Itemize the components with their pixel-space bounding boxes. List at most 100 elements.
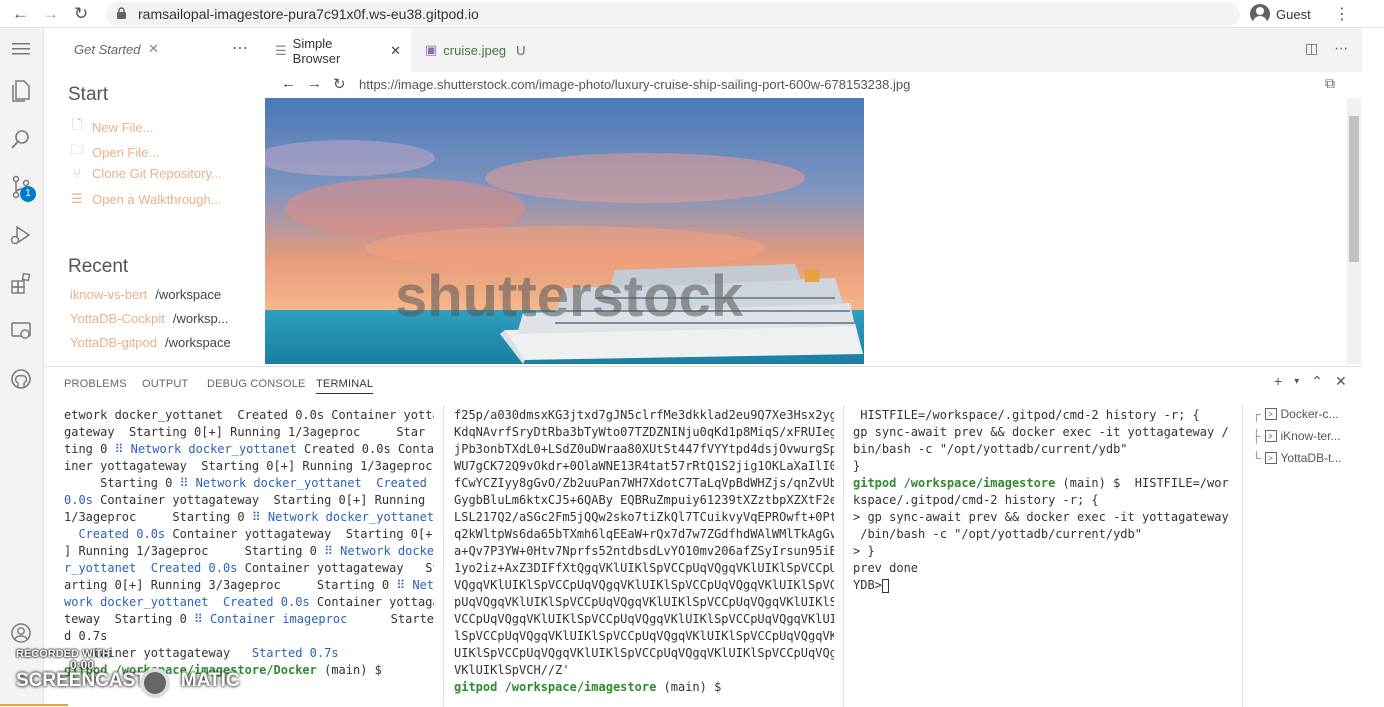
terminal-text: VCCpUqVQgqVKlUIKlSpVCCpUqVQgqVKlUIKlSpVC… [454,612,834,626]
back-arrow-icon[interactable]: ← [12,4,29,24]
tab-simple-browser[interactable]: ☰ Simple Browser ✕ [265,28,411,72]
back-arrow-icon[interactable]: ← [281,75,296,92]
simple-browser-viewport: shutterstock [265,98,1362,364]
new-terminal-icon[interactable]: + [1274,373,1282,390]
tab-get-started[interactable]: Get Started [74,42,140,57]
split-editor-icon[interactable]: ◫ [1305,40,1318,57]
terminal-text: VKlUIKlSpVCH//Z' [454,663,570,677]
tab-debug-console[interactable]: DEBUG CONSOLE [207,378,306,390]
terminal-line: q2kWltpWs6da65bTXmh6lqEEaW+rQx7d7w7ZGdfh… [454,526,834,543]
terminal-text: ⠿ Container imageproc [194,612,348,626]
terminal-text: pUqVQgqVKlUIKlSpVCCpUqVQgqVKlUIKlSpVCCpU… [454,595,834,609]
new-file-icon: 🗋 [71,117,83,132]
new-file-link[interactable]: 🗋 New File... [70,116,154,138]
terminal-line: KdqNAvrfSryDtRba3bTyWto07TZDZNINju0qKd1p… [454,424,834,441]
terminal-text: etwork docker_yottanet Created 0.0s Cont… [64,408,434,422]
tab-terminal[interactable]: TERMINAL [316,378,374,394]
terminal-text: KdqNAvrfSryDtRba3bTyWto07TZDZNINju0qKd1p… [454,425,834,439]
forward-arrow-icon[interactable]: → [307,75,322,92]
scrollbar-thumb[interactable] [1349,116,1359,262]
brand-suffix: MATIC [180,670,240,691]
terminal-line: etwork docker_yottanet Created 0.0s Cont… [64,407,434,424]
terminal-line: UIKlSpVCCpUqVQgqVKlUIKlSpVCCpUqVQgqVKlUI… [454,645,834,662]
terminal-line: 1/3ageproc Starting 0 ⠿ Network docker_y… [64,509,434,526]
terminal-text: Container yottagateway Starting 0[+] Run… [92,493,426,507]
more-actions-icon[interactable]: ⋯ [1334,40,1348,57]
menu-icon[interactable] [8,36,34,62]
address-bar[interactable]: ramsailopal-imagestore-pura7c91x0f.ws-eu… [106,2,1240,26]
terminal-text: Container yottaga [309,595,434,609]
terminal-text: ⠿ Net [396,578,434,592]
reload-icon[interactable]: ↻ [333,75,346,93]
chevron-down-icon[interactable]: ▾ [1294,373,1299,390]
tab-cruise-jpeg[interactable]: ▣ cruise.jpeg U [415,28,535,72]
explorer-icon[interactable] [8,78,34,104]
terminal-text: 1yo2iz+AxZ3DIFfXtQgqVKlUIKlSpVCCpUqVQgqV… [454,561,834,575]
run-debug-icon[interactable] [8,222,34,248]
maximize-panel-icon[interactable]: ⌃ [1311,373,1323,390]
terminal-divider[interactable] [443,405,444,707]
search-icon[interactable] [8,126,34,152]
recent-item-path: /workspace [155,287,222,302]
walkthrough-link[interactable]: ☰ Open a Walkthrough... [70,191,221,207]
terminal-text: 0.0s [64,493,93,507]
recent-item[interactable]: YottaDB-Cockpit /worksp... [70,311,229,326]
more-actions-icon[interactable]: ⋯ [232,38,248,58]
list-icon: ☰ [71,191,83,206]
terminal-text: (main) $ [656,680,722,694]
terminal-line: /bin/bash -c "/opt/yottadb/current/ydb" [853,526,1233,543]
clone-repo-link[interactable]: ⑂ Clone Git Repository... [70,166,222,181]
github-icon[interactable] [8,366,34,392]
terminal-pane-2[interactable]: f25p/a030dmsxKG3jtxd7gJN5clrfMe3dkklad2e… [454,407,834,707]
terminal-list-item[interactable]: ┌ > Docker-c... [1252,403,1362,425]
terminal-text: > } [853,544,875,558]
terminal-text: q2kWltpWs6da65bTXmh6lqEEaW+rQx7d7w7ZGdfh… [454,527,834,541]
recent-item[interactable]: YottaDB-gitpod /workspace [70,335,231,350]
brand-text: SCREENCAST [16,670,147,691]
terminal-text: LSL217Q2/aSGc2Fm5jQQw2sko7tiZkQl7TCuikvy… [454,510,834,524]
close-icon[interactable]: ✕ [1335,373,1347,390]
terminal-name: Docker-c... [1280,407,1339,421]
open-file-label: Open File... [92,144,160,160]
remote-explorer-icon[interactable] [8,318,34,344]
recent-item-name: YottaDB-gitpod [70,335,157,350]
clone-repo-label: Clone Git Repository... [92,166,222,181]
terminal-line: LSL217Q2/aSGc2Fm5jQQw2sko7tiZkQl7TCuikvy… [454,509,834,526]
terminal-line: teway Starting 0 ⠿ Container imageproc S… [64,611,434,628]
terminal-text: (main) $ [316,663,382,677]
terminal-divider[interactable] [843,405,844,707]
vertical-scrollbar[interactable] [1347,98,1361,364]
browser-menu-icon[interactable]: ⋮ [1334,4,1350,24]
open-in-browser-icon[interactable]: ⧉ [1325,75,1335,92]
terminal-text: Started 0.7s [251,646,339,660]
terminal-divider[interactable] [1242,405,1243,707]
terminal-text: ting 0 [64,442,115,456]
terminal-text: UIKlSpVCCpUqVQgqVKlUIKlSpVCCpUqVQgqVKlUI… [454,646,834,660]
simple-browser-url[interactable]: https://image.shutterstock.com/image-pho… [359,77,910,92]
terminal-text: ⠿ Network docker_yottanet Created [179,476,427,490]
extensions-icon[interactable] [8,270,34,296]
terminal-pane-3[interactable]: HISTFILE=/workspace/.gitpod/cmd-2 histor… [853,407,1233,707]
reload-icon[interactable]: ↻ [74,4,88,24]
terminal-text: ⠿ Network docke [324,544,434,558]
tab-problems[interactable]: PROBLEMS [64,378,127,390]
terminal-list-item[interactable]: └ > YottaDB-t... [1252,447,1362,469]
terminal-line: gateway Starting 0[+] Running 1/3ageproc… [64,424,434,441]
terminal-list-item[interactable]: ├ > iKnow-ter... [1252,425,1362,447]
lock-icon [117,7,126,19]
close-icon[interactable]: ✕ [390,43,401,59]
terminal-line: GygbBluLm6ktxCJ5+6QABy EQBRuZmpuiy61239t… [454,492,834,509]
forward-arrow-icon[interactable]: → [42,4,59,24]
terminal-text: iner yottagateway Starting 0[+] Running … [64,459,433,473]
terminal-text: a+Qv7P3YW+0Htv7Nprfs52ntdbsdLvYO10mv206a… [454,544,834,558]
profile-button[interactable]: Guest [1250,3,1311,25]
terminal-line: HISTFILE=/workspace/.gitpod/cmd-2 histor… [853,407,1233,424]
terminal-cursor [881,578,889,593]
terminal-icon: > [1264,408,1277,420]
close-icon[interactable]: ✕ [148,41,159,57]
recent-item[interactable]: iknow-vs-bert /workspace [70,287,221,302]
tab-output[interactable]: OUTPUT [142,378,188,390]
terminal-text: Starte [347,612,434,626]
open-file-link[interactable]: 🗀 Open File... [70,141,159,163]
terminal-text: Container yottagateway Starting 0[+ [165,527,433,541]
